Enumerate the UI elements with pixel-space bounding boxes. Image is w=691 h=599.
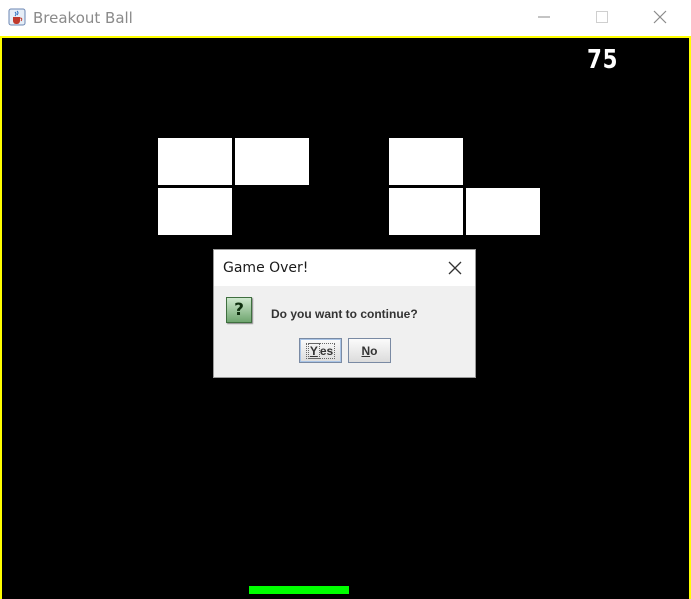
brick <box>389 188 463 235</box>
dialog-title: Game Over! <box>223 260 309 276</box>
maximize-button[interactable] <box>573 0 631 34</box>
brick <box>466 188 540 235</box>
yes-mnemonic: Y <box>307 342 320 359</box>
brick <box>389 138 463 185</box>
dialog-title-bar: Game Over! <box>214 250 475 286</box>
maximize-icon <box>596 11 608 23</box>
yes-button-label: Yes <box>305 342 336 359</box>
brick <box>158 188 232 235</box>
question-icon: ? <box>226 297 252 323</box>
yes-label-rest: es <box>319 343 334 358</box>
close-icon <box>653 10 667 24</box>
java-cup-icon <box>8 8 26 26</box>
paddle[interactable] <box>249 586 349 594</box>
close-icon[interactable] <box>446 259 464 277</box>
close-window-button[interactable] <box>631 0 689 34</box>
title-bar: Breakout Ball <box>0 0 691 36</box>
minimize-icon <box>538 16 550 18</box>
window-title: Breakout Ball <box>33 9 133 27</box>
score-display: 75 <box>587 45 619 75</box>
no-label-rest: o <box>370 343 378 358</box>
minimize-button[interactable] <box>515 0 573 34</box>
brick <box>158 138 232 185</box>
brick <box>235 138 309 185</box>
yes-button[interactable]: Yes <box>299 338 342 363</box>
game-over-dialog: Game Over! ? Do you want to continue? Ye… <box>213 249 476 378</box>
dialog-message: Do you want to continue? <box>271 307 418 321</box>
no-mnemonic: N <box>361 343 371 358</box>
no-button[interactable]: No <box>348 338 391 363</box>
